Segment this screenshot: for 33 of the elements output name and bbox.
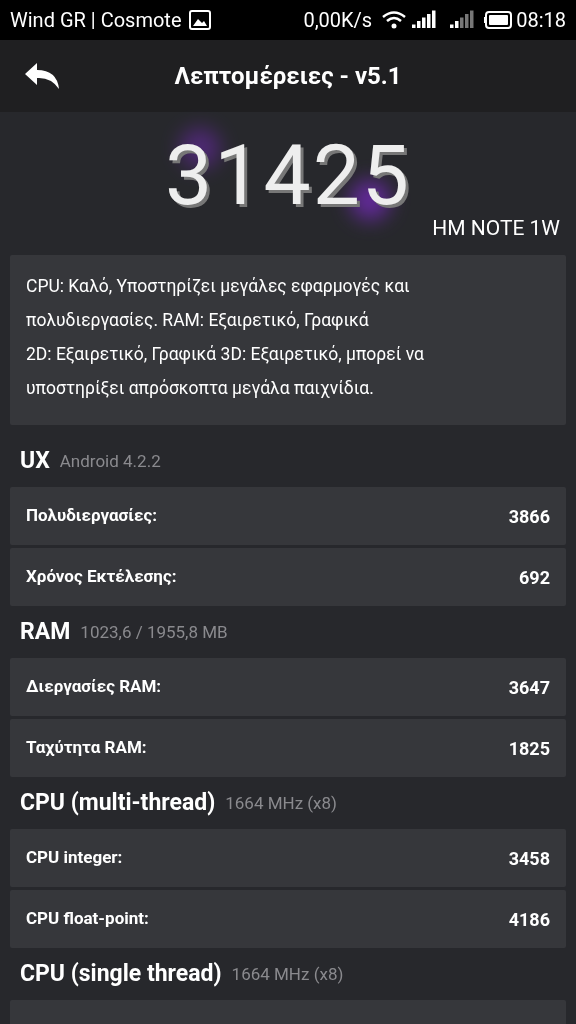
result-value: 3866 [508,504,550,529]
carrier-text: Wind GR | Cosmote [10,7,182,34]
signal-icon [450,10,477,30]
back-arrow-icon [23,61,61,91]
result-value: 3647 [508,675,550,700]
score-value: 31425 [165,125,412,226]
result-label: Πολυδιεργασίες: [26,504,158,528]
image-icon [189,10,212,30]
section-subtitle: 1023,6 / 1955,8 MB [80,621,228,645]
result-label: Χρόνος Εκτέλεσης: [26,565,177,589]
section-subtitle: Android 4.2.2 [59,450,161,474]
result-label: CPU integer: [26,846,123,870]
result-value: 692 [519,565,550,590]
result-label: Διεργασίες RAM: [26,675,162,699]
result-label: CPU float-point: [26,907,149,931]
description-card: CPU: Καλό, Υποστηρίζει μεγάλες εφαρμογές και πολυδιεργασίες. RAM: Εξαιρετικό, Γραφικά 2D: Εξαιρετικό, Γραφικά 3D: Εξαιρετικό, μπορεί να υποστηρίξει απρόσκοπτα μεγάλα παιχνίδια. [10,255,566,425]
result-label: Ταχύτητα RAM: [26,736,147,760]
section-title: RAM [20,616,71,647]
device-name: HM NOTE 1W [432,215,560,242]
wifi-icon [382,11,407,29]
network-speed: 0,00K/s [303,7,373,34]
section-title: CPU (multi-thread) [20,787,216,818]
section-title: UX [20,445,50,476]
clock: 08:18 [516,7,566,34]
result-value: 1825 [508,736,550,761]
section-title: CPU (single thread) [20,958,222,989]
page-title: Λεπτομέρειες - v5.1 [174,61,402,92]
section-subtitle: 1664 MHz (x8) [231,963,344,987]
result-value: 3458 [508,846,550,871]
signal-icon [412,10,439,30]
section-subtitle: 1664 MHz (x8) [225,792,338,816]
result-value: 4186 [508,907,550,932]
battery-icon [484,11,513,29]
